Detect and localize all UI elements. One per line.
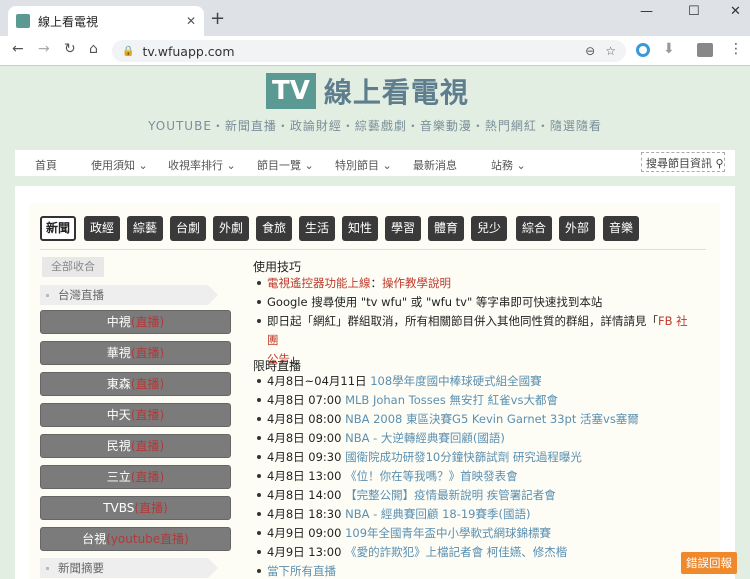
logo-name: 線上看電視 xyxy=(323,76,469,109)
download-icon[interactable]: ⬇ xyxy=(663,41,675,57)
category-news[interactable]: 新聞 xyxy=(40,216,76,241)
site-tagline: YOUTUBE・新聞直播・政論財經・綜藝戲劇・音樂動漫・熱門網紅・隨選隨看 xyxy=(148,119,602,133)
list-item: 4月8日 08:00 NBA 2008 東區決賽G5 Kevin Garnet … xyxy=(257,410,639,429)
home-icon[interactable]: ⌂ xyxy=(89,41,98,57)
channel-button-ctv[interactable]: 中視(直播) xyxy=(40,310,231,334)
lock-icon: 🔒 xyxy=(122,45,135,57)
channel-button-cts[interactable]: 華視(直播) xyxy=(40,341,231,365)
remote-feature-link[interactable]: 電視遙控器功能上線 xyxy=(267,276,371,290)
tips-list: 電視遙控器功能上線：操作教學說明 Google 搜尋使用 "tv wfu" 或 … xyxy=(257,274,707,369)
list-item: 4月8日~04月11日 108學年度國中棒球硬式組全國賽 xyxy=(257,372,639,391)
category-external[interactable]: 外部 xyxy=(559,216,595,241)
category-foreign-drama[interactable]: 外劇 xyxy=(213,216,249,241)
list-item: 4月8日 18:30 NBA - 經典賽回顧 18-19賽季(國語) xyxy=(257,505,639,524)
group-taiwan-live[interactable]: 台灣直播 xyxy=(40,285,218,305)
nav-special[interactable]: 特別節目 ⌄ xyxy=(335,157,392,173)
menu-icon[interactable]: ⋮ xyxy=(729,41,743,57)
nav-usage[interactable]: 使用須知 ⌄ xyxy=(91,157,148,173)
new-tab-icon[interactable]: + xyxy=(210,8,225,29)
zoom-icon[interactable]: ⊖ xyxy=(585,44,595,58)
back-icon[interactable]: ← xyxy=(12,41,24,57)
list-item: 4月8日 09:00 NBA - 大逆轉經典賽回顧(國語) xyxy=(257,429,639,448)
category-general[interactable]: 綜合 xyxy=(516,216,552,241)
nav-news[interactable]: 最新消息 xyxy=(413,157,457,173)
browser-tab[interactable]: 線上看電視 ✕ xyxy=(8,6,204,36)
channel-button-set[interactable]: 三立(直播) xyxy=(40,465,231,489)
nav-programs[interactable]: 節目一覽 ⌄ xyxy=(257,157,314,173)
list-item: 電視遙控器功能上線：操作教學說明 xyxy=(257,274,707,293)
program-link[interactable]: MLB Johan Tosses 無安打 紅雀vs大都會 xyxy=(345,393,558,407)
nav-site[interactable]: 站務 ⌄ xyxy=(491,157,526,173)
collapse-all-button[interactable]: 全部收合 xyxy=(42,257,104,277)
minimize-icon[interactable]: — xyxy=(640,4,653,19)
extension-icon[interactable] xyxy=(636,43,650,57)
category-politics[interactable]: 政經 xyxy=(84,216,120,241)
list-item: 當下所有直播 xyxy=(257,562,639,579)
favicon-icon xyxy=(16,14,30,28)
category-sports[interactable]: 體育 xyxy=(428,216,464,241)
category-knowledge[interactable]: 知性 xyxy=(342,216,378,241)
program-link[interactable]: NBA - 大逆轉經典賽回顧(國語) xyxy=(345,431,505,445)
program-link[interactable]: 【完整公開】疫情最新說明 疾管署記者會 xyxy=(345,488,556,502)
main-nav: 首頁 使用須知 ⌄ 收視率排行 ⌄ 節目一覽 ⌄ 特別節目 ⌄ 最新消息 站務 … xyxy=(15,150,735,176)
list-item: Google 搜尋使用 "tv wfu" 或 "wfu tv" 等字串即可快速找… xyxy=(257,293,707,312)
forward-icon[interactable]: → xyxy=(38,41,50,57)
site-search[interactable]: 搜尋節目資訊 ⚲ xyxy=(641,152,725,172)
category-life[interactable]: 生活 xyxy=(299,216,335,241)
all-live-link[interactable]: 當下所有直播 xyxy=(267,564,336,578)
category-music[interactable]: 音樂 xyxy=(603,216,639,241)
list-item: 4月8日 14:00 【完整公開】疫情最新說明 疾管署記者會 xyxy=(257,486,639,505)
nav-home[interactable]: 首頁 xyxy=(35,157,57,173)
tips-title: 使用技巧 xyxy=(253,260,302,274)
close-window-icon[interactable]: ✕ xyxy=(730,4,741,19)
category-variety[interactable]: 綜藝 xyxy=(127,216,163,241)
site-logo[interactable]: TV 線上看電視 xyxy=(266,72,469,110)
divider xyxy=(40,249,706,250)
list-item: 4月8日 09:30 國衛院成功研發10分鐘快篩試劑 研究過程曝光 xyxy=(257,448,639,467)
category-kids[interactable]: 兒少 xyxy=(471,216,507,241)
channel-button-tvbs[interactable]: TVBS(直播) xyxy=(40,496,231,520)
program-link[interactable]: 《愛的詐欺犯》上檔記者會 柯佳嬿、修杰楷 xyxy=(345,545,567,559)
program-link[interactable]: 國衛院成功研發10分鐘快篩試劑 研究過程曝光 xyxy=(345,450,582,464)
nav-ratings[interactable]: 收視率排行 ⌄ xyxy=(168,157,236,173)
channel-button-ftv[interactable]: 民視(直播) xyxy=(40,434,231,458)
channel-button-ttv[interactable]: 台視(youtube直播) xyxy=(40,527,231,551)
report-error-button[interactable]: 錯誤回報 xyxy=(681,552,737,574)
channel-button-ctitv[interactable]: 中天(直播) xyxy=(40,403,231,427)
category-tw-drama[interactable]: 台劇 xyxy=(170,216,206,241)
category-food-travel[interactable]: 食旅 xyxy=(256,216,292,241)
url-text: tv.wfuapp.com xyxy=(142,43,235,59)
category-learning[interactable]: 學習 xyxy=(385,216,421,241)
search-icon: ⚲ xyxy=(715,157,724,170)
close-tab-icon[interactable]: ✕ xyxy=(186,14,196,28)
list-item: 4月8日 07:00 MLB Johan Tosses 無安打 紅雀vs大都會 xyxy=(257,391,639,410)
program-link[interactable]: NBA 2008 東區決賽G5 Kevin Garnet 33pt 活塞vs塞爾 xyxy=(345,412,639,426)
list-item: 即日起「網紅」群組取消，所有相關節目併入其他同性質的群組，詳情請見「FB 社團公… xyxy=(257,312,697,369)
program-link[interactable]: 《位！你在等我嗎？》首映發表會 xyxy=(345,469,518,483)
channel-button-ettv[interactable]: 東森(直播) xyxy=(40,372,231,396)
address-bar[interactable]: 🔒 tv.wfuapp.com ⊖ ☆ xyxy=(112,40,626,62)
reload-icon[interactable]: ↻ xyxy=(64,41,76,57)
limited-list: 4月8日~04月11日 108學年度國中棒球硬式組全國賽 4月8日 07:00 … xyxy=(257,372,639,579)
logo-tv: TV xyxy=(266,73,316,109)
list-item: 4月9日 13:00 《愛的詐欺犯》上檔記者會 柯佳嬿、修杰楷 xyxy=(257,543,639,562)
program-link[interactable]: 109年全國青年盃中小學軟式網球錦標賽 xyxy=(345,526,551,540)
bookmark-star-icon[interactable]: ☆ xyxy=(605,44,616,58)
list-item: 4月9日 09:00 109年全國青年盃中小學軟式網球錦標賽 xyxy=(257,524,639,543)
tutorial-link[interactable]: 操作教學說明 xyxy=(382,276,451,290)
profile-icon[interactable] xyxy=(697,43,713,57)
program-link[interactable]: 108學年度國中棒球硬式組全國賽 xyxy=(370,374,541,388)
program-link[interactable]: NBA - 經典賽回顧 18-19賽季(國語) xyxy=(345,507,530,521)
group-news-summary[interactable]: 新聞摘要 xyxy=(40,558,218,578)
list-item: 4月8日 13:00 《位！你在等我嗎？》首映發表會 xyxy=(257,467,639,486)
maximize-icon[interactable]: ☐ xyxy=(688,4,700,19)
tab-title: 線上看電視 xyxy=(38,14,99,29)
